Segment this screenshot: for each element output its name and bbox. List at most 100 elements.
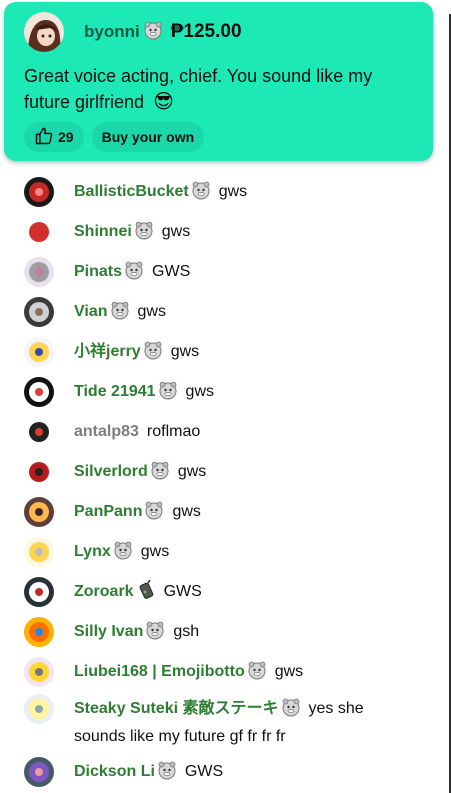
avatar[interactable] [24,297,54,327]
member-badge-icon [158,380,178,408]
superchat-card[interactable]: byonni ₱125.00 Great voice acting, chief… [4,2,433,161]
avatar[interactable] [24,377,54,407]
superchat-header: byonni ₱125.00 [24,12,242,52]
chat-message-body: Dickson Li GWS [74,757,394,788]
chat-message-text: roflmao [146,423,201,440]
member-badge-icon [144,500,164,528]
member-badge-icon [145,620,165,648]
superchat-amount: ₱125.00 [170,21,242,42]
chat-message-text: gws [140,543,170,560]
avatar[interactable] [24,217,54,247]
chat-author[interactable]: Liubei168 | Emojibotto [74,663,245,680]
chat-author[interactable]: Silverlord [74,463,148,480]
chat-message-body: Silverlord gws [74,457,394,488]
avatar[interactable] [24,657,54,687]
buy-your-own-label: Buy your own [101,129,195,145]
member-badge-icon [110,300,130,328]
avatar[interactable] [24,337,54,367]
chat-message[interactable]: Silly Ivan gsh [24,617,394,648]
chat-message-body: antalp83 roflmao [74,417,394,447]
chat-author[interactable]: Zoroark [74,583,134,600]
chat-message[interactable]: antalp83 roflmao [24,417,394,447]
chat-author[interactable]: Silly Ivan [74,623,143,640]
chat-message-body: Zoroark GWS [74,577,394,608]
chat-message[interactable]: Dickson Li GWS [24,757,394,788]
avatar[interactable] [24,757,54,787]
chat-message-text: gws [177,463,207,480]
chat-author[interactable]: Dickson Li [74,763,155,780]
member-badge-icon [191,180,211,208]
chat-message-text: gsh [173,623,200,640]
chat-message-body: 小祥jerry gws [74,337,394,368]
chat-message-text: gws [274,663,304,680]
chat-message-body: Pinats GWS [74,257,394,288]
avatar[interactable] [24,617,54,647]
chat-message[interactable]: Zoroark GWS [24,577,394,608]
chat-message-text: GWS [152,263,191,280]
chat-message[interactable]: BallisticBucket gws [24,177,394,208]
avatar[interactable] [24,694,54,724]
chat-message-body: PanPann gws [74,497,394,528]
chat-message[interactable]: Vian gws [24,297,394,328]
superchat-actions: 29 Buy your own [24,122,205,152]
member-badge-icon [143,20,163,45]
member-badge-icon [134,220,154,248]
like-count: 29 [58,129,74,145]
chat-message[interactable]: Tide 21941 gws [24,377,394,408]
chat-message-text: gws [218,183,248,200]
member-badge-icon [247,660,267,688]
avatar[interactable] [24,497,54,527]
buy-your-own-button[interactable]: Buy your own [91,122,205,152]
chat-message[interactable]: Steaky Suteki 素敵ステーキ yes she sounds like … [24,694,394,749]
chat-message-body: Silly Ivan gsh [74,617,394,648]
chat-author[interactable]: Pinats [74,263,122,280]
chat-message[interactable]: Silverlord gws [24,457,394,488]
chat-author[interactable]: Tide 21941 [74,383,156,400]
chat-message-body: Shinnei gws [74,217,394,248]
chat-message-text: gws [172,503,201,520]
superchat-author[interactable]: byonni [84,22,140,42]
member-badge-icon [113,540,133,568]
chat-message-text: gws [161,223,191,240]
member-badge-icon [124,260,144,288]
member-badge-icon [143,340,163,368]
chat-message-text: gws [137,303,166,320]
chat-author[interactable]: Vian [74,303,108,320]
chat-message[interactable]: Pinats GWS [24,257,394,288]
avatar[interactable] [24,577,54,607]
walkie-talkie-badge-icon [136,579,156,608]
chat-message-text: GWS [163,583,202,600]
chat-author[interactable]: Shinnei [74,223,132,240]
member-badge-icon [281,697,301,725]
chat-author[interactable]: antalp83 [74,423,139,440]
avatar[interactable] [24,257,54,287]
avatar[interactable] [24,12,64,52]
chat-author[interactable]: Steaky Suteki 素敵ステーキ [74,700,279,717]
superchat-message-text: Great voice acting, chief. You sound lik… [24,66,373,112]
chat-author[interactable]: BallisticBucket [74,183,189,200]
chat-message-body: Tide 21941 gws [74,377,394,408]
chat-message-body: Vian gws [74,297,394,328]
chat-author[interactable]: Lynx [74,543,111,560]
member-badge-icon [150,460,170,488]
chat-message-text: gws [185,383,214,400]
chat-message[interactable]: PanPann gws [24,497,394,528]
like-button[interactable]: 29 [24,122,84,152]
chat-message-text: GWS [184,763,224,780]
avatar[interactable] [24,537,54,567]
chat-message[interactable]: Liubei168 | Emojibotto gws [24,657,394,688]
chat-message-body: Steaky Suteki 素敵ステーキ yes she sounds like … [74,694,394,749]
member-badge-icon [157,760,177,788]
avatar[interactable] [24,177,54,207]
avatar[interactable] [24,457,54,487]
chat-author[interactable]: 小祥jerry [74,343,141,360]
chat-message[interactable]: 小祥jerry gws [24,337,394,368]
thumbs-up-icon [34,126,54,149]
chat-message[interactable]: Lynx gws [24,537,394,568]
superchat-message: Great voice acting, chief. You sound lik… [24,63,414,115]
chat-message[interactable]: Shinnei gws [24,217,394,248]
avatar[interactable] [24,417,54,447]
chat-message-body: Lynx gws [74,537,394,568]
sunglasses-emoji: 😎 [153,91,174,113]
chat-author[interactable]: PanPann [74,503,142,520]
